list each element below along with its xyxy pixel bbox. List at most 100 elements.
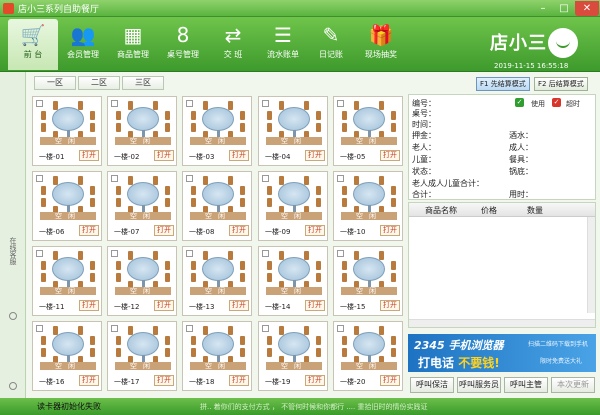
table-card[interactable]: 空闲 一楼-13 打开 — [182, 246, 252, 316]
open-table-button[interactable]: 打开 — [305, 225, 325, 236]
table-select-checkbox[interactable] — [111, 325, 118, 332]
open-table-button[interactable]: 打开 — [154, 225, 174, 236]
table-select-checkbox[interactable] — [36, 325, 43, 332]
col-price[interactable]: 价格 — [481, 205, 497, 216]
nav-products[interactable]: ▦ 商品管理 — [108, 19, 158, 70]
order-horizontal-scrollbar[interactable] — [409, 319, 595, 327]
chair-icon — [191, 111, 196, 120]
update-button[interactable]: 本次更新 — [551, 377, 595, 393]
table-card[interactable]: 空闲 一楼-14 打开 — [258, 246, 328, 316]
maximize-button[interactable]: □ — [553, 1, 575, 16]
table-select-checkbox[interactable] — [337, 175, 344, 182]
order-vertical-scrollbar[interactable] — [587, 217, 595, 313]
open-table-button[interactable]: 打开 — [79, 225, 99, 236]
chair-icon — [379, 326, 384, 335]
table-card[interactable]: 空闲 一楼-16 打开 — [32, 321, 102, 391]
call-supervisor-button[interactable]: 呼叫主管 — [504, 377, 548, 393]
table-select-checkbox[interactable] — [36, 250, 43, 257]
table-card[interactable]: 空闲 一楼-12 打开 — [107, 246, 177, 316]
nav-ledger[interactable]: ☰ 流水账单 — [258, 19, 308, 70]
table-select-checkbox[interactable] — [111, 175, 118, 182]
col-quantity[interactable]: 数量 — [527, 205, 543, 216]
table-card[interactable]: 空闲 一楼-04 打开 — [258, 96, 328, 166]
nav-lottery[interactable]: 🎁 现场抽奖 — [356, 19, 406, 70]
minimize-button[interactable]: – — [532, 1, 554, 16]
table-card[interactable]: 空闲 一楼-09 打开 — [258, 171, 328, 241]
table-card[interactable]: 空闲 一楼-19 打开 — [258, 321, 328, 391]
open-table-button[interactable]: 打开 — [380, 375, 400, 386]
open-table-button[interactable]: 打开 — [229, 150, 249, 161]
table-select-checkbox[interactable] — [36, 100, 43, 107]
open-table-button[interactable]: 打开 — [154, 300, 174, 311]
table-card[interactable]: 空闲 一楼-11 打开 — [32, 246, 102, 316]
open-table-button[interactable]: 打开 — [305, 150, 325, 161]
table-card[interactable]: 空闲 一楼-10 打开 — [333, 171, 403, 241]
ad-banner[interactable]: 2345 手机浏览器 打电话 不要钱! 扫描二维码下载到手机 限时免费送大礼 — [408, 334, 596, 372]
open-table-button[interactable]: 打开 — [79, 150, 99, 161]
table-card[interactable]: 空闲 一楼-15 打开 — [333, 246, 403, 316]
table-select-checkbox[interactable] — [36, 175, 43, 182]
nav-members[interactable]: 👥 会员管理 — [58, 19, 108, 70]
call-cleaner-button[interactable]: 呼叫保洁 — [410, 377, 454, 393]
table-select-checkbox[interactable] — [186, 175, 193, 182]
open-table-button[interactable]: 打开 — [380, 150, 400, 161]
table-card[interactable]: 空闲 一楼-03 打开 — [182, 96, 252, 166]
table-select-checkbox[interactable] — [262, 325, 269, 332]
table-select-checkbox[interactable] — [337, 325, 344, 332]
chair-icon — [165, 348, 170, 357]
table-card[interactable]: 空闲 一楼-06 打开 — [32, 171, 102, 241]
table-select-checkbox[interactable] — [186, 250, 193, 257]
table-select-checkbox[interactable] — [111, 250, 118, 257]
table-card[interactable]: 空闲 一楼-05 打开 — [333, 96, 403, 166]
open-table-button[interactable]: 打开 — [305, 375, 325, 386]
in-use-check-icon: ✓ — [515, 98, 524, 107]
chair-icon — [90, 123, 95, 132]
postpay-mode-button[interactable]: F2 后结算模式 — [534, 77, 588, 91]
table-select-checkbox[interactable] — [111, 100, 118, 107]
col-product-name[interactable]: 商品名称 — [425, 205, 457, 216]
prepay-mode-button[interactable]: F1 先结算模式 — [476, 77, 530, 91]
nav-front-desk[interactable]: 🛒 前 台 — [8, 19, 58, 70]
open-table-button[interactable]: 打开 — [229, 300, 249, 311]
table-card[interactable]: 空闲 一楼-01 打开 — [32, 96, 102, 166]
open-table-button[interactable]: 打开 — [154, 375, 174, 386]
app-icon — [3, 3, 14, 14]
nav-tables[interactable]: 8 桌号管理 — [158, 19, 208, 70]
table-card[interactable]: 空闲 一楼-18 打开 — [182, 321, 252, 391]
open-table-button[interactable]: 打开 — [79, 300, 99, 311]
table-select-checkbox[interactable] — [337, 250, 344, 257]
nav-shift-change[interactable]: ⇄ 交 班 — [208, 19, 258, 70]
close-button[interactable]: ✕ — [575, 1, 599, 16]
nav-label: 交 班 — [223, 50, 243, 59]
call-waiter-button[interactable]: 呼叫服务员 — [457, 377, 501, 393]
collapse-handle-icon[interactable] — [9, 312, 17, 320]
open-table-button[interactable]: 打开 — [154, 150, 174, 161]
open-table-button[interactable]: 打开 — [229, 375, 249, 386]
chair-icon — [90, 198, 95, 207]
table-select-checkbox[interactable] — [186, 100, 193, 107]
zone-tab-1[interactable]: 一区 — [34, 76, 76, 90]
table-select-checkbox[interactable] — [262, 250, 269, 257]
zone-tab-3[interactable]: 三区 — [122, 76, 164, 90]
table-select-checkbox[interactable] — [186, 325, 193, 332]
table-card[interactable]: 空闲 一楼-20 打开 — [333, 321, 403, 391]
zone-tab-2[interactable]: 二区 — [78, 76, 120, 90]
table-card[interactable]: 空闲 一楼-07 打开 — [107, 171, 177, 241]
table-card[interactable]: 空闲 一楼-02 打开 — [107, 96, 177, 166]
table-select-checkbox[interactable] — [337, 100, 344, 107]
table-card[interactable]: 空闲 一楼-08 打开 — [182, 171, 252, 241]
chair-icon — [391, 186, 396, 195]
open-table-button[interactable]: 打开 — [380, 225, 400, 236]
scroll-handle-icon[interactable] — [9, 382, 17, 390]
open-table-button[interactable]: 打开 — [229, 225, 249, 236]
open-table-button[interactable]: 打开 — [305, 300, 325, 311]
table-card[interactable]: 空闲 一楼-17 打开 — [107, 321, 177, 391]
chair-icon — [240, 348, 245, 357]
nav-journal[interactable]: ✎ 日记账 — [306, 19, 356, 70]
online-support-tab[interactable]: 在线客服 — [6, 237, 18, 265]
table-select-checkbox[interactable] — [262, 100, 269, 107]
open-table-button[interactable]: 打开 — [380, 300, 400, 311]
table-grid: 空闲 一楼-01 打开 空闲 一楼-02 打开 空闲 一楼-03 打开 空闲 一楼-04 打开 空闲 一楼… — [32, 96, 404, 394]
table-select-checkbox[interactable] — [262, 175, 269, 182]
open-table-button[interactable]: 打开 — [79, 375, 99, 386]
